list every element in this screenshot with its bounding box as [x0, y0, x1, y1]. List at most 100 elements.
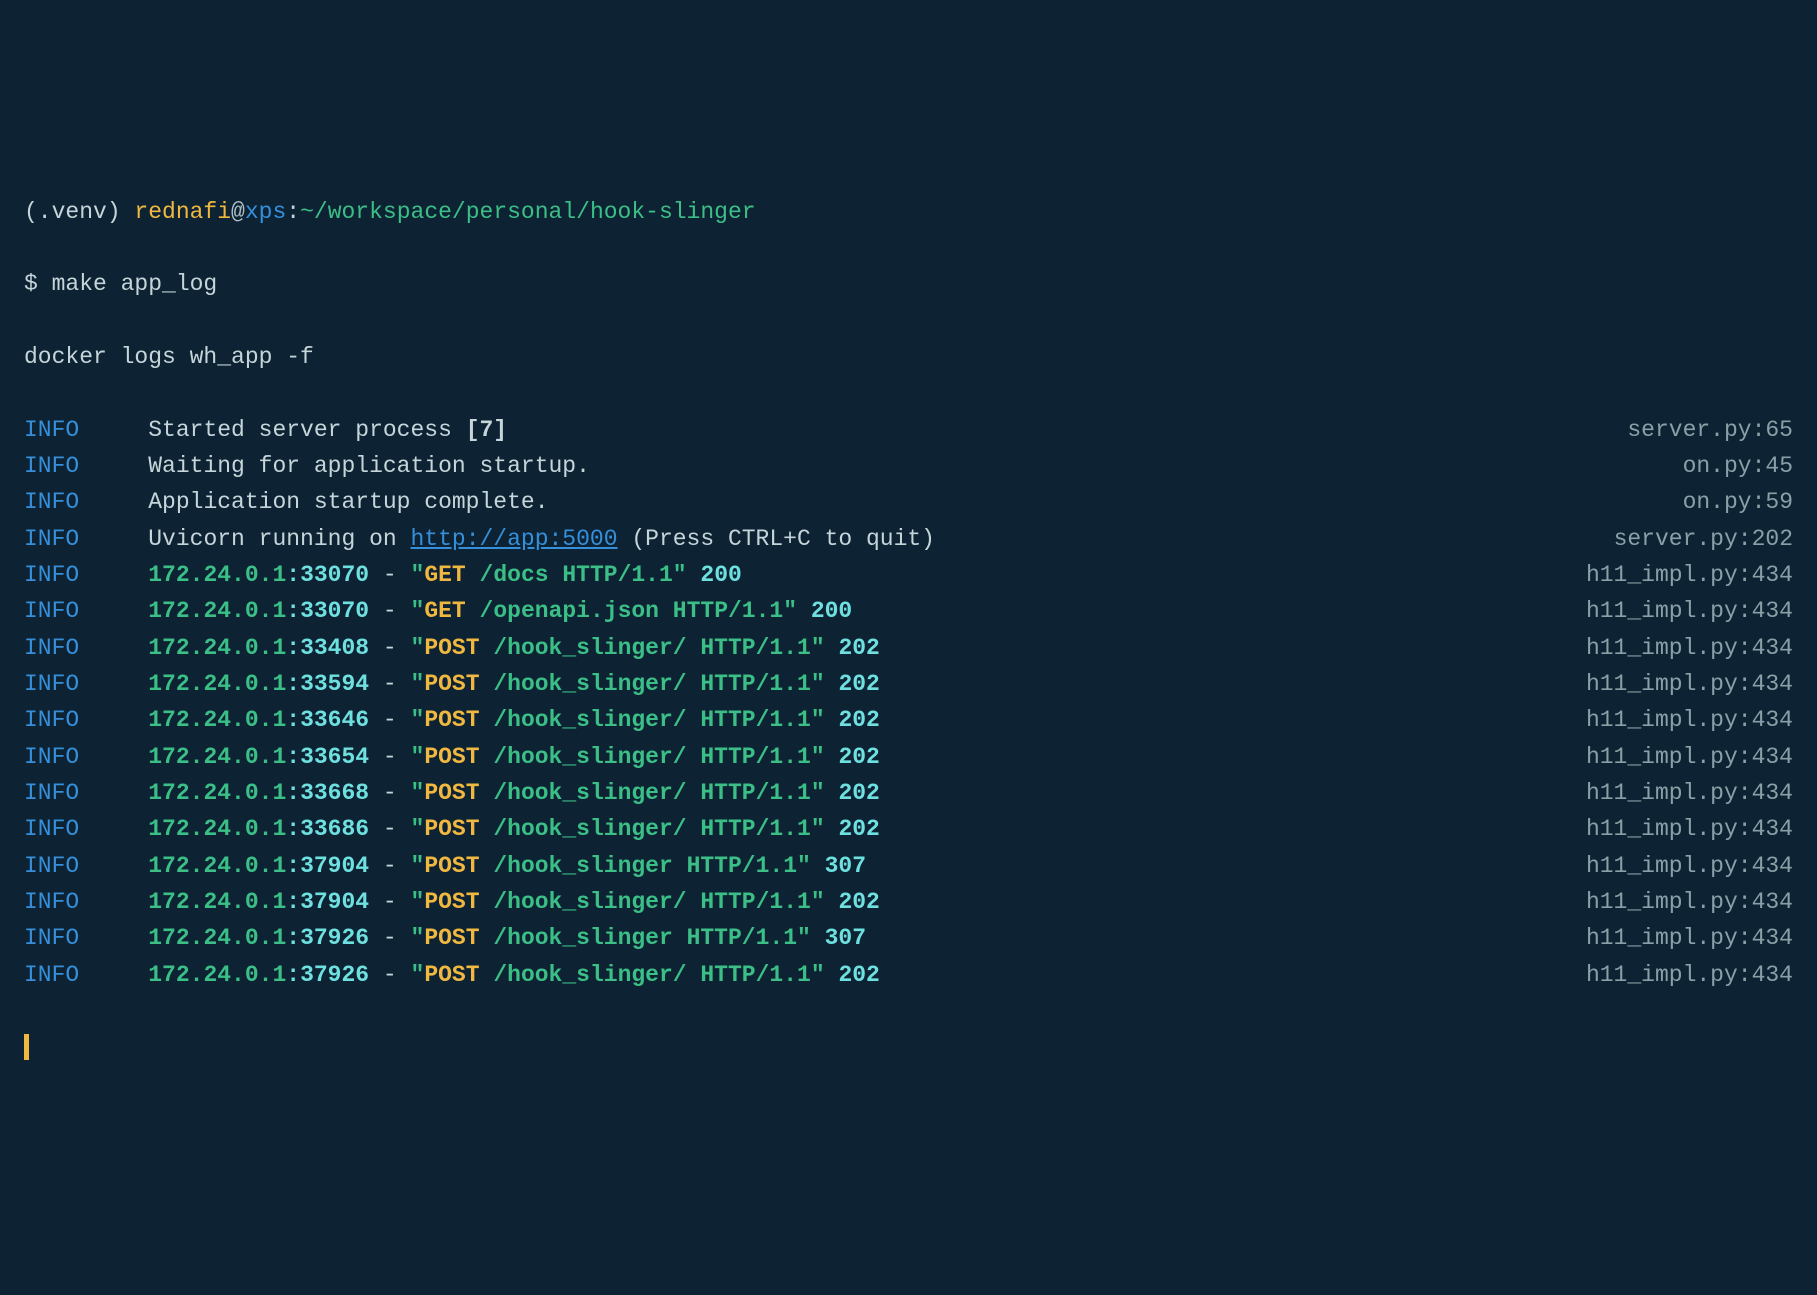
prompt-line-1: (.venv) rednafi@xps:~/workspace/personal…: [24, 194, 1793, 230]
http-status: 202: [838, 744, 879, 770]
close-quote: ": [811, 962, 825, 988]
log-line: INFO Started server process [7]server.py…: [24, 412, 1793, 448]
client-port: 33668: [300, 780, 369, 806]
close-quote: ": [811, 671, 825, 697]
log-line: INFO 172.24.0.1:33686 - "POST /hook_slin…: [24, 811, 1793, 847]
dash-sep: -: [369, 962, 410, 988]
echo-text: docker logs wh_app -f: [24, 344, 314, 370]
client-colon: :: [286, 598, 300, 624]
http-status: 202: [838, 780, 879, 806]
cursor: [24, 1034, 29, 1060]
log-level: INFO: [24, 562, 79, 588]
prompt-line-2: $ make app_log: [24, 266, 1793, 302]
log-level: INFO: [24, 671, 79, 697]
venv-indicator: (.venv): [24, 199, 134, 225]
http-status: 200: [700, 562, 741, 588]
log-source: h11_impl.py:434: [1586, 739, 1793, 775]
log-level: INFO: [24, 889, 79, 915]
terminal[interactable]: (.venv) rednafi@xps:~/workspace/personal…: [24, 157, 1793, 1102]
prompt-host: xps: [245, 199, 286, 225]
request-path: /hook_slinger/ HTTP/1.1: [480, 635, 811, 661]
client-ip: 172.24.0.1: [148, 816, 286, 842]
log-source: h11_impl.py:434: [1586, 811, 1793, 847]
dash-sep: -: [369, 889, 410, 915]
prompt-path: ~/workspace/personal/hook-slinger: [300, 199, 755, 225]
log-source: h11_impl.py:434: [1586, 920, 1793, 956]
log-level: INFO: [24, 707, 79, 733]
request-path: /hook_slinger/ HTTP/1.1: [480, 889, 811, 915]
http-method: POST: [424, 671, 479, 697]
echo-line: docker logs wh_app -f: [24, 339, 1793, 375]
request-path: /openapi.json HTTP/1.1: [466, 598, 783, 624]
close-quote: ": [811, 889, 825, 915]
client-colon: :: [286, 671, 300, 697]
open-quote: ": [411, 816, 425, 842]
log-source: h11_impl.py:434: [1586, 593, 1793, 629]
close-quote: ": [811, 744, 825, 770]
client-ip: 172.24.0.1: [148, 780, 286, 806]
log-line: INFO Application startup complete.on.py:…: [24, 484, 1793, 520]
dash-sep: -: [369, 853, 410, 879]
log-message: Application startup complete.: [148, 489, 548, 515]
request-path: /hook_slinger/ HTTP/1.1: [480, 780, 811, 806]
client-ip: 172.24.0.1: [148, 925, 286, 951]
log-line: INFO 172.24.0.1:33070 - "GET /openapi.js…: [24, 593, 1793, 629]
log-line: INFO 172.24.0.1:37904 - "POST /hook_slin…: [24, 848, 1793, 884]
http-method: POST: [424, 962, 479, 988]
log-line: INFO Waiting for application startup.on.…: [24, 448, 1793, 484]
prompt-colon: :: [286, 199, 300, 225]
dash-sep: -: [369, 744, 410, 770]
open-quote: ": [411, 707, 425, 733]
dash-sep: -: [369, 816, 410, 842]
cursor-line: [24, 1029, 1793, 1065]
request-path: /hook_slinger/ HTTP/1.1: [480, 707, 811, 733]
open-quote: ": [411, 780, 425, 806]
request-path: /hook_slinger HTTP/1.1: [480, 925, 797, 951]
http-method: POST: [424, 780, 479, 806]
client-port: 37904: [300, 889, 369, 915]
log-level: INFO: [24, 598, 79, 624]
close-quote: ": [811, 816, 825, 842]
open-quote: ": [411, 853, 425, 879]
http-status: 202: [838, 889, 879, 915]
http-status: 202: [838, 962, 879, 988]
client-ip: 172.24.0.1: [148, 635, 286, 661]
client-ip: 172.24.0.1: [148, 598, 286, 624]
close-quote: ": [797, 853, 811, 879]
log-source: server.py:202: [1614, 521, 1793, 557]
log-source: h11_impl.py:434: [1586, 666, 1793, 702]
http-method: POST: [424, 853, 479, 879]
http-method: POST: [424, 889, 479, 915]
close-quote: ": [811, 780, 825, 806]
log-level: INFO: [24, 925, 79, 951]
request-path: /hook_slinger/ HTTP/1.1: [480, 671, 811, 697]
log-level: INFO: [24, 816, 79, 842]
http-status: 307: [825, 853, 866, 879]
client-ip: 172.24.0.1: [148, 889, 286, 915]
log-level: INFO: [24, 780, 79, 806]
log-source: on.py:45: [1683, 448, 1793, 484]
uvicorn-url-link[interactable]: http://app:5000: [410, 526, 617, 552]
prompt-dollar: $: [24, 271, 52, 297]
open-quote: ": [411, 962, 425, 988]
log-level: INFO: [24, 453, 79, 479]
log-source: h11_impl.py:434: [1586, 957, 1793, 993]
client-ip: 172.24.0.1: [148, 707, 286, 733]
http-status: 202: [838, 707, 879, 733]
open-quote: ": [411, 925, 425, 951]
log-line: INFO Uvicorn running on http://app:5000 …: [24, 521, 1793, 557]
log-level: INFO: [24, 489, 79, 515]
dash-sep: -: [369, 925, 410, 951]
client-port: 37904: [300, 853, 369, 879]
client-port: 33070: [300, 598, 369, 624]
open-quote: ": [411, 635, 425, 661]
log-message: Started server process: [148, 417, 465, 443]
log-message: (Press CTRL+C to quit): [618, 526, 935, 552]
client-port: 33408: [300, 635, 369, 661]
http-method: POST: [424, 635, 479, 661]
client-port: 33654: [300, 744, 369, 770]
http-method: POST: [424, 744, 479, 770]
open-quote: ": [411, 671, 425, 697]
dash-sep: -: [369, 780, 410, 806]
client-ip: 172.24.0.1: [148, 853, 286, 879]
